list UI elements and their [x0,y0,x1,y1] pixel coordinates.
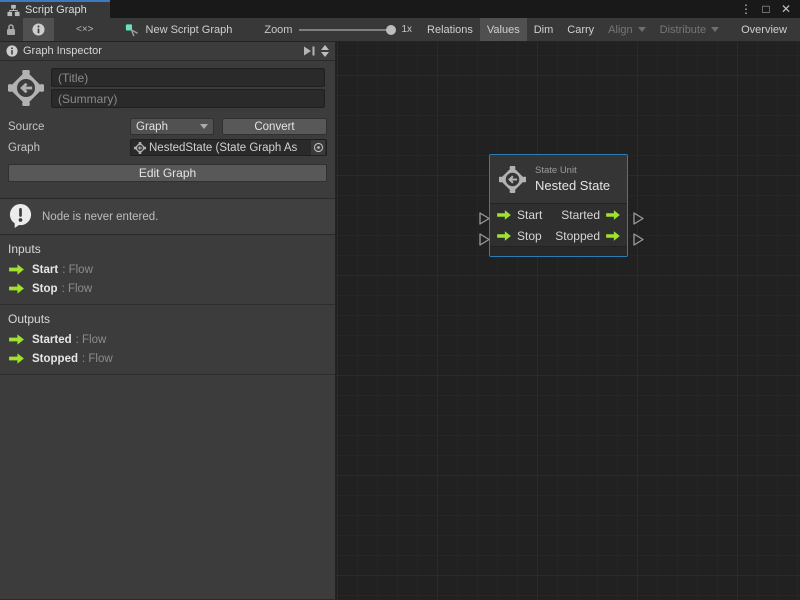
inspector-toggle-info-icon[interactable] [23,18,54,41]
dim-button[interactable]: Dim [527,18,561,41]
info-icon [6,45,18,57]
node-kind-label: State Unit [535,165,610,176]
tab-strip: Script Graph ⋮ □ ✕ [0,0,800,18]
graph-field-label: Graph [8,142,130,154]
lock-icon[interactable] [0,18,23,41]
state-unit-node[interactable]: State Unit Nested State Start Started St… [489,154,628,257]
warning-icon [8,203,33,230]
state-unit-icon [499,166,526,193]
warning-text: Node is never entered. [42,211,158,223]
zoom-value: 1x [401,24,412,35]
graph-asset-row: Graph NestedState (State Graph As [8,139,327,156]
outputs-section: Outputs Started : Flow Stopped : Flow [0,305,335,375]
fullscreen-button[interactable]: Full Scr [794,18,800,41]
graph-title-input[interactable] [51,68,325,87]
external-input-port[interactable] [479,212,490,225]
warning-box: Node is never entered. [0,198,335,235]
external-output-port[interactable] [633,233,644,246]
flow-input-port[interactable] [496,209,512,221]
node-title: Nested State [535,178,610,193]
inspector-header: Graph Inspector [0,42,335,61]
distribute-button: Distribute [653,18,726,41]
list-item: Started : Flow [8,333,327,346]
overview-button[interactable]: Overview [734,18,794,41]
chevron-down-icon [200,124,208,129]
chevron-down-icon [711,27,719,32]
source-dropdown[interactable]: Graph [130,118,214,135]
tab-title: Script Graph [25,4,87,16]
flow-output-port[interactable] [605,209,621,221]
list-item: Stopped : Flow [8,352,327,365]
chevron-down-icon [638,27,646,32]
graph-object-field[interactable]: NestedState (State Graph As [130,139,327,156]
window-menu-icon[interactable]: ⋮ [738,2,754,16]
object-picker-icon[interactable] [311,140,325,155]
code-preview-icon[interactable]: <×> [70,18,100,41]
zoom-slider-handle[interactable] [386,25,396,35]
graph-inspector-panel: Graph Inspector Source [0,42,336,600]
flow-arrow-icon [8,352,25,365]
outputs-header: Outputs [8,312,327,326]
external-input-port[interactable] [479,233,490,246]
state-graph-icon [8,68,44,108]
node-footer [490,246,627,256]
state-graph-asset-icon [134,142,146,154]
zoom-label: Zoom [264,24,292,36]
dock-panel-icon[interactable] [303,45,316,57]
new-graph-icon [124,22,140,38]
zoom-slider[interactable] [299,29,394,31]
flow-arrow-icon [8,333,25,346]
flow-arrow-icon [8,263,25,276]
relations-button[interactable]: Relations [420,18,480,41]
scroll-up-icon[interactable] [321,45,329,50]
graph-toolbar: <×> New Script Graph Zoom 1x Relations V… [0,18,800,42]
node-port-row: Start Started [490,204,627,225]
external-output-port[interactable] [633,212,644,225]
node-port-row: Stop Stopped [490,225,627,246]
new-script-graph-button[interactable]: New Script Graph [114,18,243,41]
script-graph-window: Script Graph ⋮ □ ✕ <×> [0,0,800,600]
graph-title-block [0,61,335,114]
flow-input-port[interactable] [496,230,512,242]
flow-output-port[interactable] [605,230,621,242]
convert-button[interactable]: Convert [222,118,327,135]
close-icon[interactable]: ✕ [778,2,794,16]
edit-graph-button[interactable]: Edit Graph [8,164,327,182]
align-button: Align [601,18,652,41]
source-row: Source Graph Convert [8,118,327,135]
inputs-header: Inputs [8,242,327,256]
scroll-down-icon[interactable] [321,52,329,57]
list-item: Stop : Flow [8,282,327,295]
graph-canvas[interactable]: State Unit Nested State Start Started St… [336,42,800,600]
flow-arrow-icon [8,282,25,295]
inspector-title: Graph Inspector [23,45,102,57]
panel-scroll-arrows[interactable] [321,45,331,57]
values-button[interactable]: Values [480,18,527,41]
list-item: Start : Flow [8,263,327,276]
zoom-control: Zoom 1x [256,18,420,41]
graph-summary-input[interactable] [51,89,325,108]
maximize-icon[interactable]: □ [758,2,774,16]
node-header[interactable]: State Unit Nested State [490,155,627,204]
carry-button[interactable]: Carry [560,18,601,41]
source-label: Source [8,121,130,133]
window-controls: ⋮ □ ✕ [738,0,800,18]
inputs-section: Inputs Start : Flow Stop : Flow [0,235,335,305]
tab-script-graph[interactable]: Script Graph [0,0,110,18]
graph-tab-icon [7,4,20,17]
